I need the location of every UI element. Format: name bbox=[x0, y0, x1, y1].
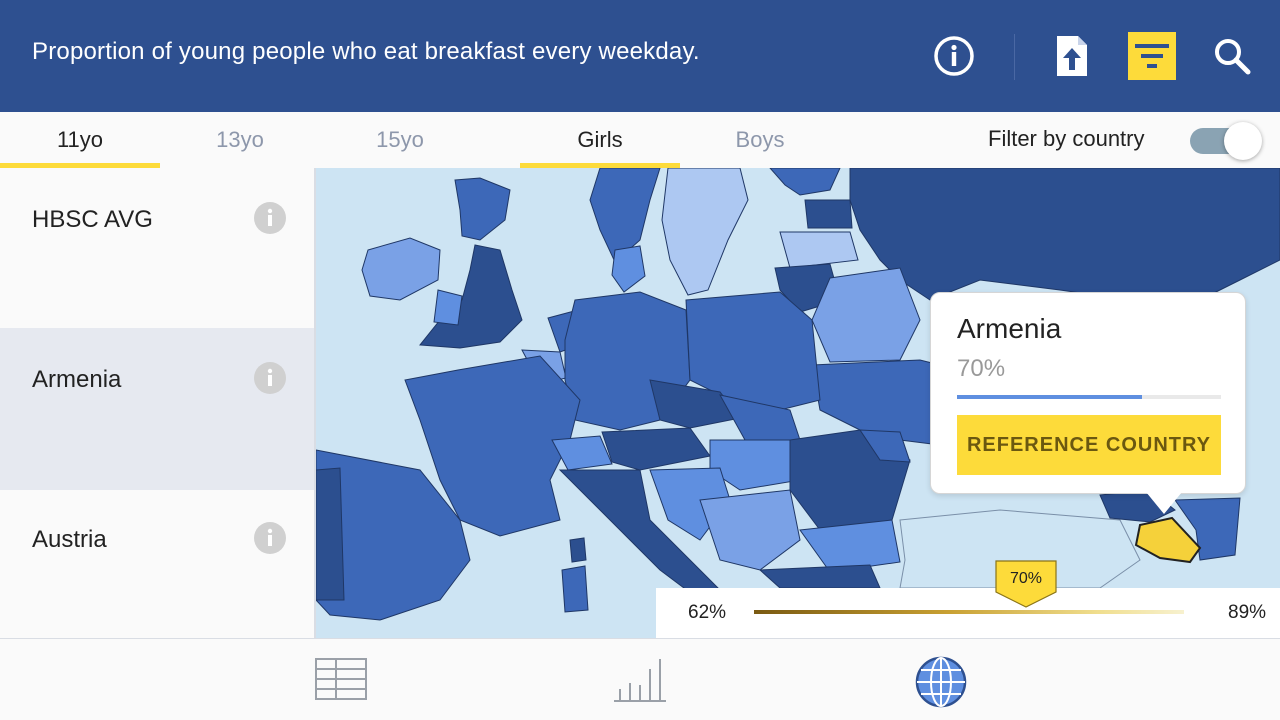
table-view-button[interactable] bbox=[314, 655, 370, 707]
reference-country-button[interactable]: REFERENCE COUNTRY bbox=[957, 415, 1221, 475]
region-latvia bbox=[779, 231, 859, 269]
filter-button[interactable] bbox=[1128, 32, 1176, 80]
tab-15yo[interactable]: 15yo bbox=[320, 112, 480, 168]
bottom-navigation bbox=[0, 638, 1280, 720]
search-icon bbox=[1215, 39, 1251, 75]
list-item-label: Armenia bbox=[32, 366, 122, 393]
list-item-austria[interactable]: Austria bbox=[0, 490, 314, 652]
region-denmark bbox=[611, 245, 646, 293]
list-item-label: Austria bbox=[32, 526, 107, 553]
legend-max: 89% bbox=[1228, 602, 1267, 623]
list-item-armenia[interactable]: Armenia bbox=[0, 328, 314, 490]
table-view-icon bbox=[315, 658, 367, 700]
region-ireland bbox=[361, 237, 441, 301]
region-portugal bbox=[316, 467, 345, 601]
info-icon[interactable] bbox=[254, 202, 286, 234]
tab-bar: 11yo 13yo 15yo Girls Boys Filter by coun… bbox=[0, 112, 1280, 168]
share-button[interactable] bbox=[1048, 32, 1096, 80]
tooltip-pointer bbox=[1146, 492, 1182, 514]
list-item-hbsc-avg[interactable]: HBSC AVG bbox=[0, 168, 314, 330]
info-icon bbox=[934, 36, 974, 76]
tooltip-value: 70% bbox=[957, 355, 1006, 382]
tab-11yo[interactable]: 11yo bbox=[0, 112, 160, 168]
tab-boys[interactable]: Boys bbox=[680, 112, 840, 168]
filter-by-country-toggle[interactable] bbox=[1190, 122, 1262, 160]
region-russia bbox=[849, 168, 1280, 301]
share-upload-icon bbox=[1057, 36, 1087, 76]
region-serbia-bosnia bbox=[699, 489, 801, 571]
country-list: HBSC AVG Armenia Austria bbox=[0, 168, 316, 638]
legend-marker-value: 70% bbox=[1009, 570, 1043, 587]
legend-marker: 70% bbox=[995, 560, 1057, 608]
region-sweden bbox=[661, 168, 749, 296]
tooltip-value-bar bbox=[957, 395, 1221, 399]
globe-map-view-icon bbox=[915, 656, 967, 708]
region-wales bbox=[433, 289, 463, 326]
region-armenia bbox=[1134, 516, 1202, 564]
tab-13yo[interactable]: 13yo bbox=[160, 112, 320, 168]
tooltip-value-bar-fill bbox=[957, 395, 1142, 399]
app-header: Proportion of young people who eat break… bbox=[0, 0, 1280, 112]
info-icon[interactable] bbox=[254, 522, 286, 554]
info-button[interactable] bbox=[930, 32, 978, 80]
tooltip-country-name: Armenia bbox=[957, 313, 1062, 344]
country-tooltip: Armenia 70% REFERENCE COUNTRY bbox=[930, 292, 1246, 494]
filter-by-country-label: Filter by country bbox=[988, 126, 1145, 151]
page-title: Proportion of young people who eat break… bbox=[32, 38, 700, 65]
map-view-button[interactable] bbox=[914, 655, 970, 708]
region-bulgaria bbox=[799, 519, 901, 573]
bar-chart-view-button[interactable] bbox=[612, 655, 668, 707]
color-scale-legend: 62% 70% 89% bbox=[656, 560, 1280, 638]
header-divider bbox=[1014, 34, 1015, 80]
region-belarus bbox=[811, 267, 921, 363]
tab-girls[interactable]: Girls bbox=[520, 112, 680, 168]
region-switzerland bbox=[551, 435, 613, 471]
legend-gradient-bar bbox=[754, 610, 1184, 614]
legend-min: 62% bbox=[688, 602, 727, 623]
info-icon[interactable] bbox=[254, 362, 286, 394]
filter-icon bbox=[1135, 44, 1169, 68]
region-scotland bbox=[454, 177, 511, 241]
region-finland bbox=[769, 168, 841, 196]
toggle-knob bbox=[1224, 122, 1262, 160]
region-corsica bbox=[569, 537, 587, 563]
region-austria bbox=[601, 427, 711, 471]
search-button[interactable] bbox=[1208, 32, 1256, 80]
region-sardinia bbox=[561, 565, 589, 613]
list-item-label: HBSC AVG bbox=[32, 206, 153, 233]
bar-chart-view-icon bbox=[614, 659, 666, 702]
region-estonia bbox=[804, 199, 853, 229]
region-greece bbox=[758, 564, 881, 589]
